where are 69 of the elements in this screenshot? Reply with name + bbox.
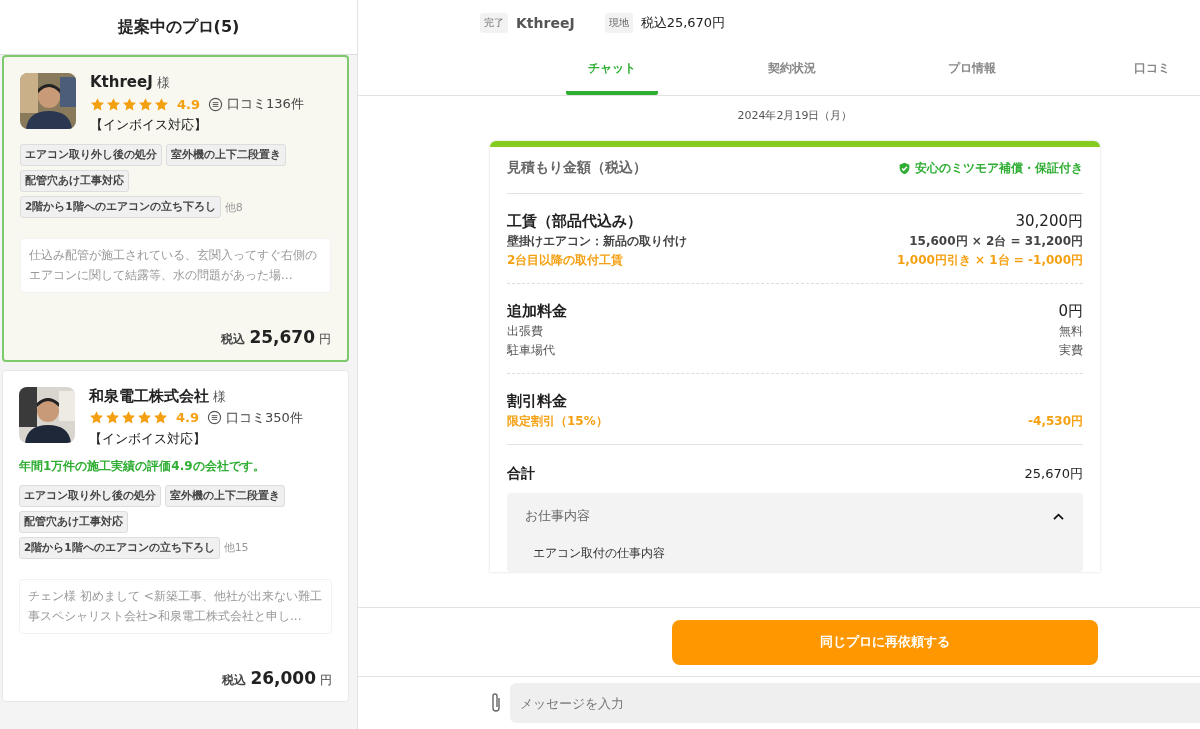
sidebar-title: 提案中のプロ(5) xyxy=(117,16,240,38)
section-title: 追加料金 xyxy=(507,302,567,321)
attachment-icon[interactable] xyxy=(490,691,502,715)
details-title: お仕事内容 xyxy=(525,507,590,525)
rating-value: 4.9 xyxy=(176,410,200,426)
review-count[interactable]: 口コミ350件 xyxy=(226,408,303,427)
chat-bubble-icon xyxy=(208,96,224,112)
tab[interactable]: プロ情報 xyxy=(926,46,1018,95)
honorific: 様 xyxy=(213,387,226,406)
tax-label: 税込 xyxy=(221,330,246,348)
service-tag: 室外機の上下二段置き xyxy=(165,484,285,507)
line-label: 2台目以降の取付工賃 xyxy=(507,252,624,269)
section-amount: 0円 xyxy=(1058,302,1083,321)
line-value: 実費 xyxy=(1059,342,1083,359)
line-value: 1,000円引き × 1台 = -1,000円 xyxy=(896,252,1083,269)
line-label: 駐車場代 xyxy=(507,342,555,359)
chevron-icon[interactable] xyxy=(1052,511,1065,521)
chat-bubble-icon xyxy=(207,410,223,426)
reorder-button[interactable]: 同じプロに再依頼する xyxy=(672,619,1098,665)
details-item: エアコン取付の仕事内容 xyxy=(532,545,666,562)
pro-name: KthreeJ xyxy=(516,15,575,31)
invoice-label: 【インボイス対応】 xyxy=(89,429,206,448)
guarantee-label: 安心のミツモア補償・保証付き xyxy=(915,159,1083,177)
highlight-text: 年間1万件の施工実績の評価4.9の会社です。 xyxy=(19,457,266,475)
more-count: 他8 xyxy=(224,199,243,215)
total-amount: 25,670円 xyxy=(1024,465,1083,483)
line-value: 無料 xyxy=(1059,323,1083,340)
message-preview: 仕込み配管が施工されている、玄関入ってすぐ右側のエアコンに関して結露等、水の問題があった場... xyxy=(20,238,331,293)
service-tag: 配管穴あけ工事対応 xyxy=(20,170,129,192)
honorific: 様 xyxy=(156,74,170,92)
section-title: 工賃（部品代込み） xyxy=(507,212,642,231)
pro-card[interactable]: 和泉電工株式会社 様 4.9 口コミ350件 【インボイス対応】 年間1万件の施工実績の評価4.9の会社です。 エアコン取り外し後の処分 室外機の上下二段置き 配管穴あけ工事対応 2階から1階へのエアコンの立ち下ろし 他15 チェン様 初めまして <新築工事、他社が出来ない難工事スペシャリスト会社>和泉電工株式会社と申し... 税込 26,000 円 xyxy=(2,369,349,702)
line-label: 限定割引（15%） xyxy=(507,413,608,430)
status-badge: 完了 xyxy=(480,13,508,33)
price: 26,000 xyxy=(250,667,316,688)
section-title: 割引料金 xyxy=(507,392,567,411)
tax-label: 税込 xyxy=(222,671,247,689)
more-count: 他15 xyxy=(223,540,249,556)
line-label: 出張費 xyxy=(507,323,543,340)
pro-name: 和泉電工株式会社 xyxy=(89,386,209,406)
estimate-title: 見積もり金額（税込） xyxy=(507,159,647,177)
service-tag: エアコン取り外し後の処分 xyxy=(19,484,161,507)
currency: 円 xyxy=(320,671,332,689)
currency: 円 xyxy=(319,330,331,348)
service-tag: 2階から1階へのエアコンの立ち下ろし xyxy=(20,196,221,218)
amount: 税込25,670円 xyxy=(640,14,726,32)
tab[interactable]: 口コミ xyxy=(1106,46,1198,95)
shield-check-icon xyxy=(898,161,911,175)
invoice-label: 【インボイス対応】 xyxy=(90,116,207,134)
date-label: 2024年2月19日（月） xyxy=(736,108,854,123)
pro-card[interactable]: KthreeJ 様 4.9 口コミ136件 【インボイス対応】 エアコン取り外し後の処分 室外機の上下二段置き 配管穴あけ工事対応 2階から1階へのエアコンの立ち下ろし 他8 仕込み配管が施工されている、玄関入ってすぐ右側のエアコンに関して結露等、水の問題があった場... 税込 25,670 円 xyxy=(2,55,349,362)
review-count[interactable]: 口コミ136件 xyxy=(227,95,304,113)
service-tag: 2階から1階へのエアコンの立ち下ろし xyxy=(19,536,220,559)
message-preview: チェン様 初めまして <新築工事、他社が出来ない難工事スペシャリスト会社>和泉電工株式会社と申し... xyxy=(19,578,332,634)
location-badge: 現地 xyxy=(604,13,633,33)
service-tag: 配管穴あけ工事対応 xyxy=(19,510,128,533)
pro-name: KthreeJ xyxy=(90,73,153,91)
section-amount: 30,200円 xyxy=(1015,212,1083,231)
line-value: 15,600円 × 2台 = 31,200円 xyxy=(909,233,1083,250)
tab[interactable]: 契約状況 xyxy=(746,46,838,95)
message-field[interactable]: メッセージを入力 xyxy=(510,683,1200,723)
tab[interactable]: チャット xyxy=(566,46,658,95)
line-label: 壁掛けエアコン：新品の取り付け xyxy=(507,233,687,250)
total-label: 合計 xyxy=(507,465,535,483)
price: 25,670 xyxy=(249,326,315,347)
line-value: -4,530円 xyxy=(1028,413,1083,430)
service-tag: エアコン取り外し後の処分 xyxy=(20,144,162,166)
rating-value: 4.9 xyxy=(177,96,201,112)
service-tag: 室外機の上下二段置き xyxy=(166,144,286,166)
